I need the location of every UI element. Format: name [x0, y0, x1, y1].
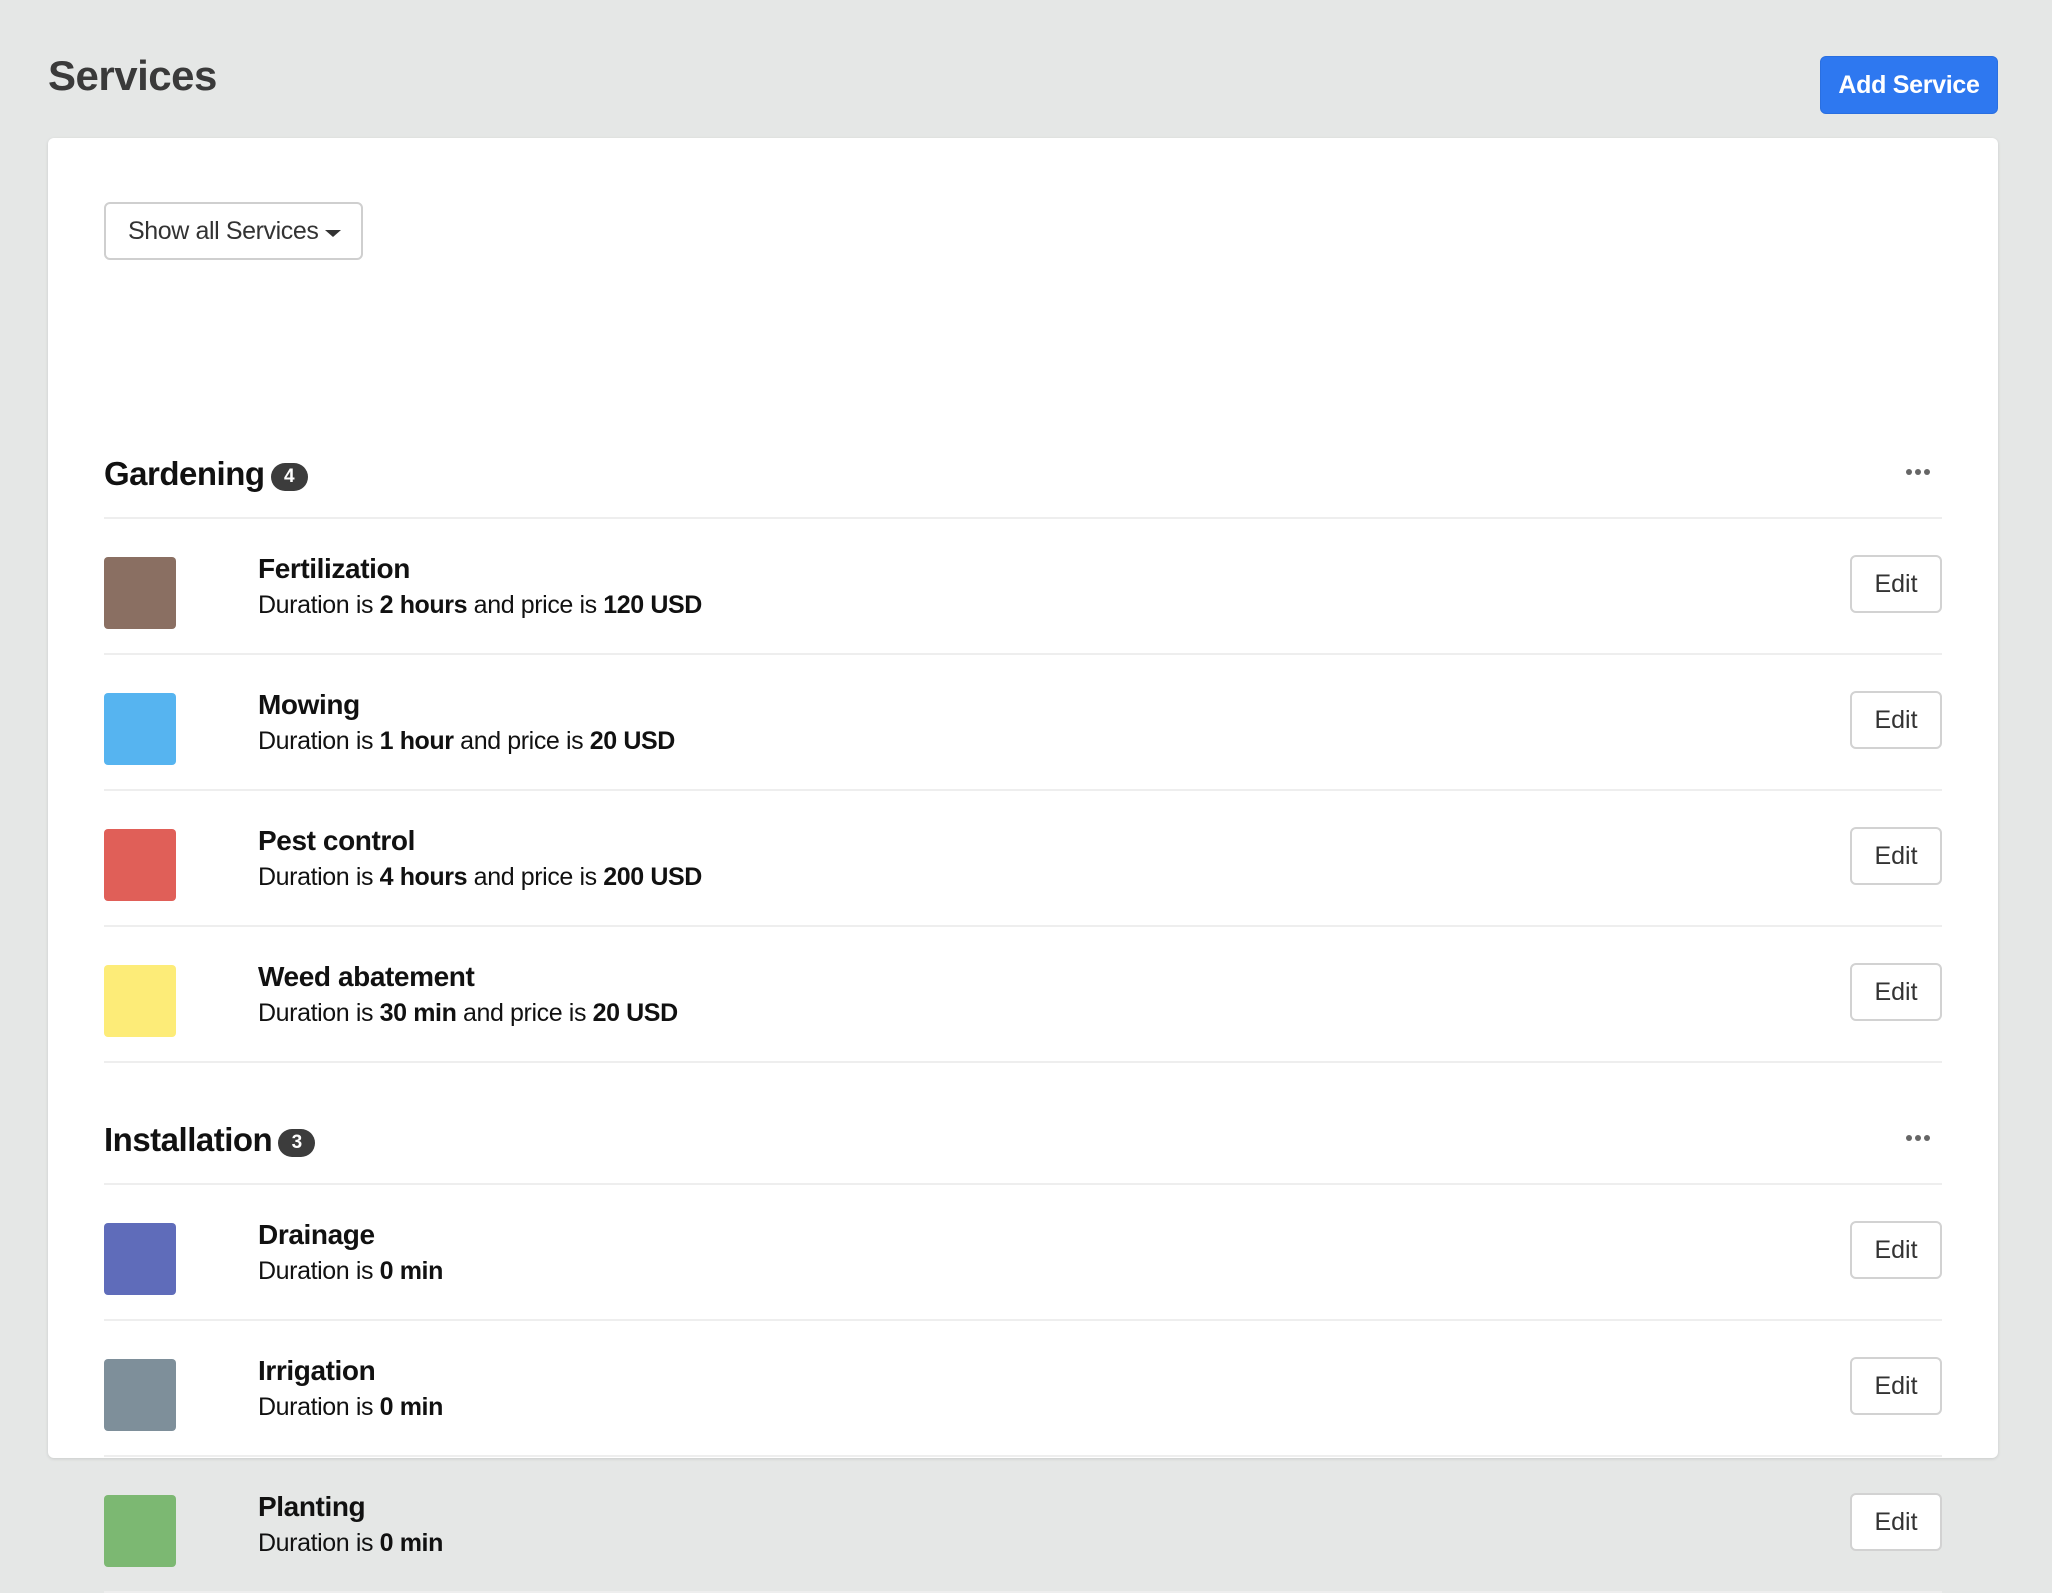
duration-prefix: Duration is: [258, 591, 380, 619]
service-name: Weed abatement: [258, 961, 475, 992]
duration-value: 30 min: [379, 999, 457, 1027]
service-color-swatch: [104, 965, 176, 1037]
duration-value: 0 min: [379, 1393, 444, 1421]
price-value: 120 USD: [603, 591, 702, 619]
edit-service-button[interactable]: Edit: [1850, 691, 1942, 749]
caret-down-icon: [324, 229, 341, 237]
service-color-swatch: [104, 1495, 176, 1567]
edit-service-button[interactable]: Edit: [1850, 1357, 1942, 1415]
duration-value: 1 hour: [379, 727, 454, 755]
services-card: Show all Services Gardening 4 Fertilizat…: [48, 138, 1998, 1593]
more-horizontal-icon[interactable]: [1906, 469, 1930, 475]
price-value: 200 USD: [603, 863, 702, 891]
count-badge: 3: [278, 1129, 316, 1157]
page-title: Services: [48, 52, 217, 99]
service-row: Pest control Duration is 4 hours and pric…: [104, 791, 1942, 927]
duration-prefix: Duration is: [258, 1393, 380, 1421]
price-prefix: and price is: [453, 727, 590, 755]
service-color-swatch: [104, 1359, 176, 1431]
section-header: Installation 3: [104, 1064, 1942, 1185]
count-badge: 4: [270, 463, 308, 491]
service-description: Duration is 2 hours and price is 120 USD: [258, 591, 702, 620]
service-name: Pest control: [258, 825, 416, 856]
section-installation: Installation 3 Drainage Duration is 0 min…: [104, 1064, 1942, 1593]
service-color-swatch: [104, 829, 176, 901]
service-row: Irrigation Duration is 0 min Edit: [104, 1321, 1942, 1457]
service-name: Drainage: [258, 1219, 375, 1250]
filter-dropdown-label: Show all Services: [128, 216, 319, 245]
service-description: Duration is 1 hour and price is 20 USD: [258, 727, 675, 756]
edit-service-button[interactable]: Edit: [1850, 827, 1942, 885]
price-prefix: and price is: [467, 863, 604, 891]
duration-value: 2 hours: [379, 591, 468, 619]
duration-prefix: Duration is: [258, 1529, 380, 1557]
service-description: Duration is 0 min: [258, 1393, 443, 1422]
section-title: Gardening: [104, 455, 265, 492]
duration-prefix: Duration is: [258, 727, 380, 755]
edit-service-button[interactable]: Edit: [1850, 555, 1942, 613]
service-description: Duration is 30 min and price is 20 USD: [258, 999, 678, 1028]
service-name: Irrigation: [258, 1355, 376, 1386]
section-title: Installation: [104, 1121, 273, 1158]
duration-value: 0 min: [379, 1257, 444, 1285]
price-prefix: and price is: [467, 591, 604, 619]
service-description: Duration is 4 hours and price is 200 USD: [258, 863, 702, 892]
edit-service-button[interactable]: Edit: [1850, 1221, 1942, 1279]
duration-prefix: Duration is: [258, 1257, 380, 1285]
duration-prefix: Duration is: [258, 999, 380, 1027]
service-color-swatch: [104, 557, 176, 629]
service-row: Planting Duration is 0 min Edit: [104, 1457, 1942, 1593]
price-prefix: and price is: [456, 999, 593, 1027]
service-row: Weed abatement Duration is 30 min and pri…: [104, 927, 1942, 1063]
service-description: Duration is 0 min: [258, 1529, 443, 1558]
service-name: Fertilization: [258, 553, 410, 584]
more-horizontal-icon[interactable]: [1906, 1135, 1930, 1141]
section-header: Gardening 4: [104, 398, 1942, 519]
service-row: Mowing Duration is 1 hour and price is 20…: [104, 655, 1942, 791]
duration-value: 4 hours: [379, 863, 468, 891]
service-color-swatch: [104, 1223, 176, 1295]
edit-service-button[interactable]: Edit: [1850, 963, 1942, 1021]
add-service-button[interactable]: Add Service: [1820, 56, 1998, 114]
section-gardening: Gardening 4 Fertilization Duration is 2 h…: [104, 398, 1942, 1063]
filter-dropdown[interactable]: Show all Services: [104, 202, 363, 260]
service-name: Mowing: [258, 689, 360, 720]
service-name: Planting: [258, 1491, 366, 1522]
service-color-swatch: [104, 693, 176, 765]
service-row: Drainage Duration is 0 min Edit: [104, 1185, 1942, 1321]
duration-value: 0 min: [379, 1529, 444, 1557]
duration-prefix: Duration is: [258, 863, 380, 891]
service-description: Duration is 0 min: [258, 1257, 443, 1286]
price-value: 20 USD: [592, 999, 679, 1027]
service-row: Fertilization Duration is 2 hours and pri…: [104, 519, 1942, 655]
price-value: 20 USD: [589, 727, 676, 755]
edit-service-button[interactable]: Edit: [1850, 1493, 1942, 1551]
